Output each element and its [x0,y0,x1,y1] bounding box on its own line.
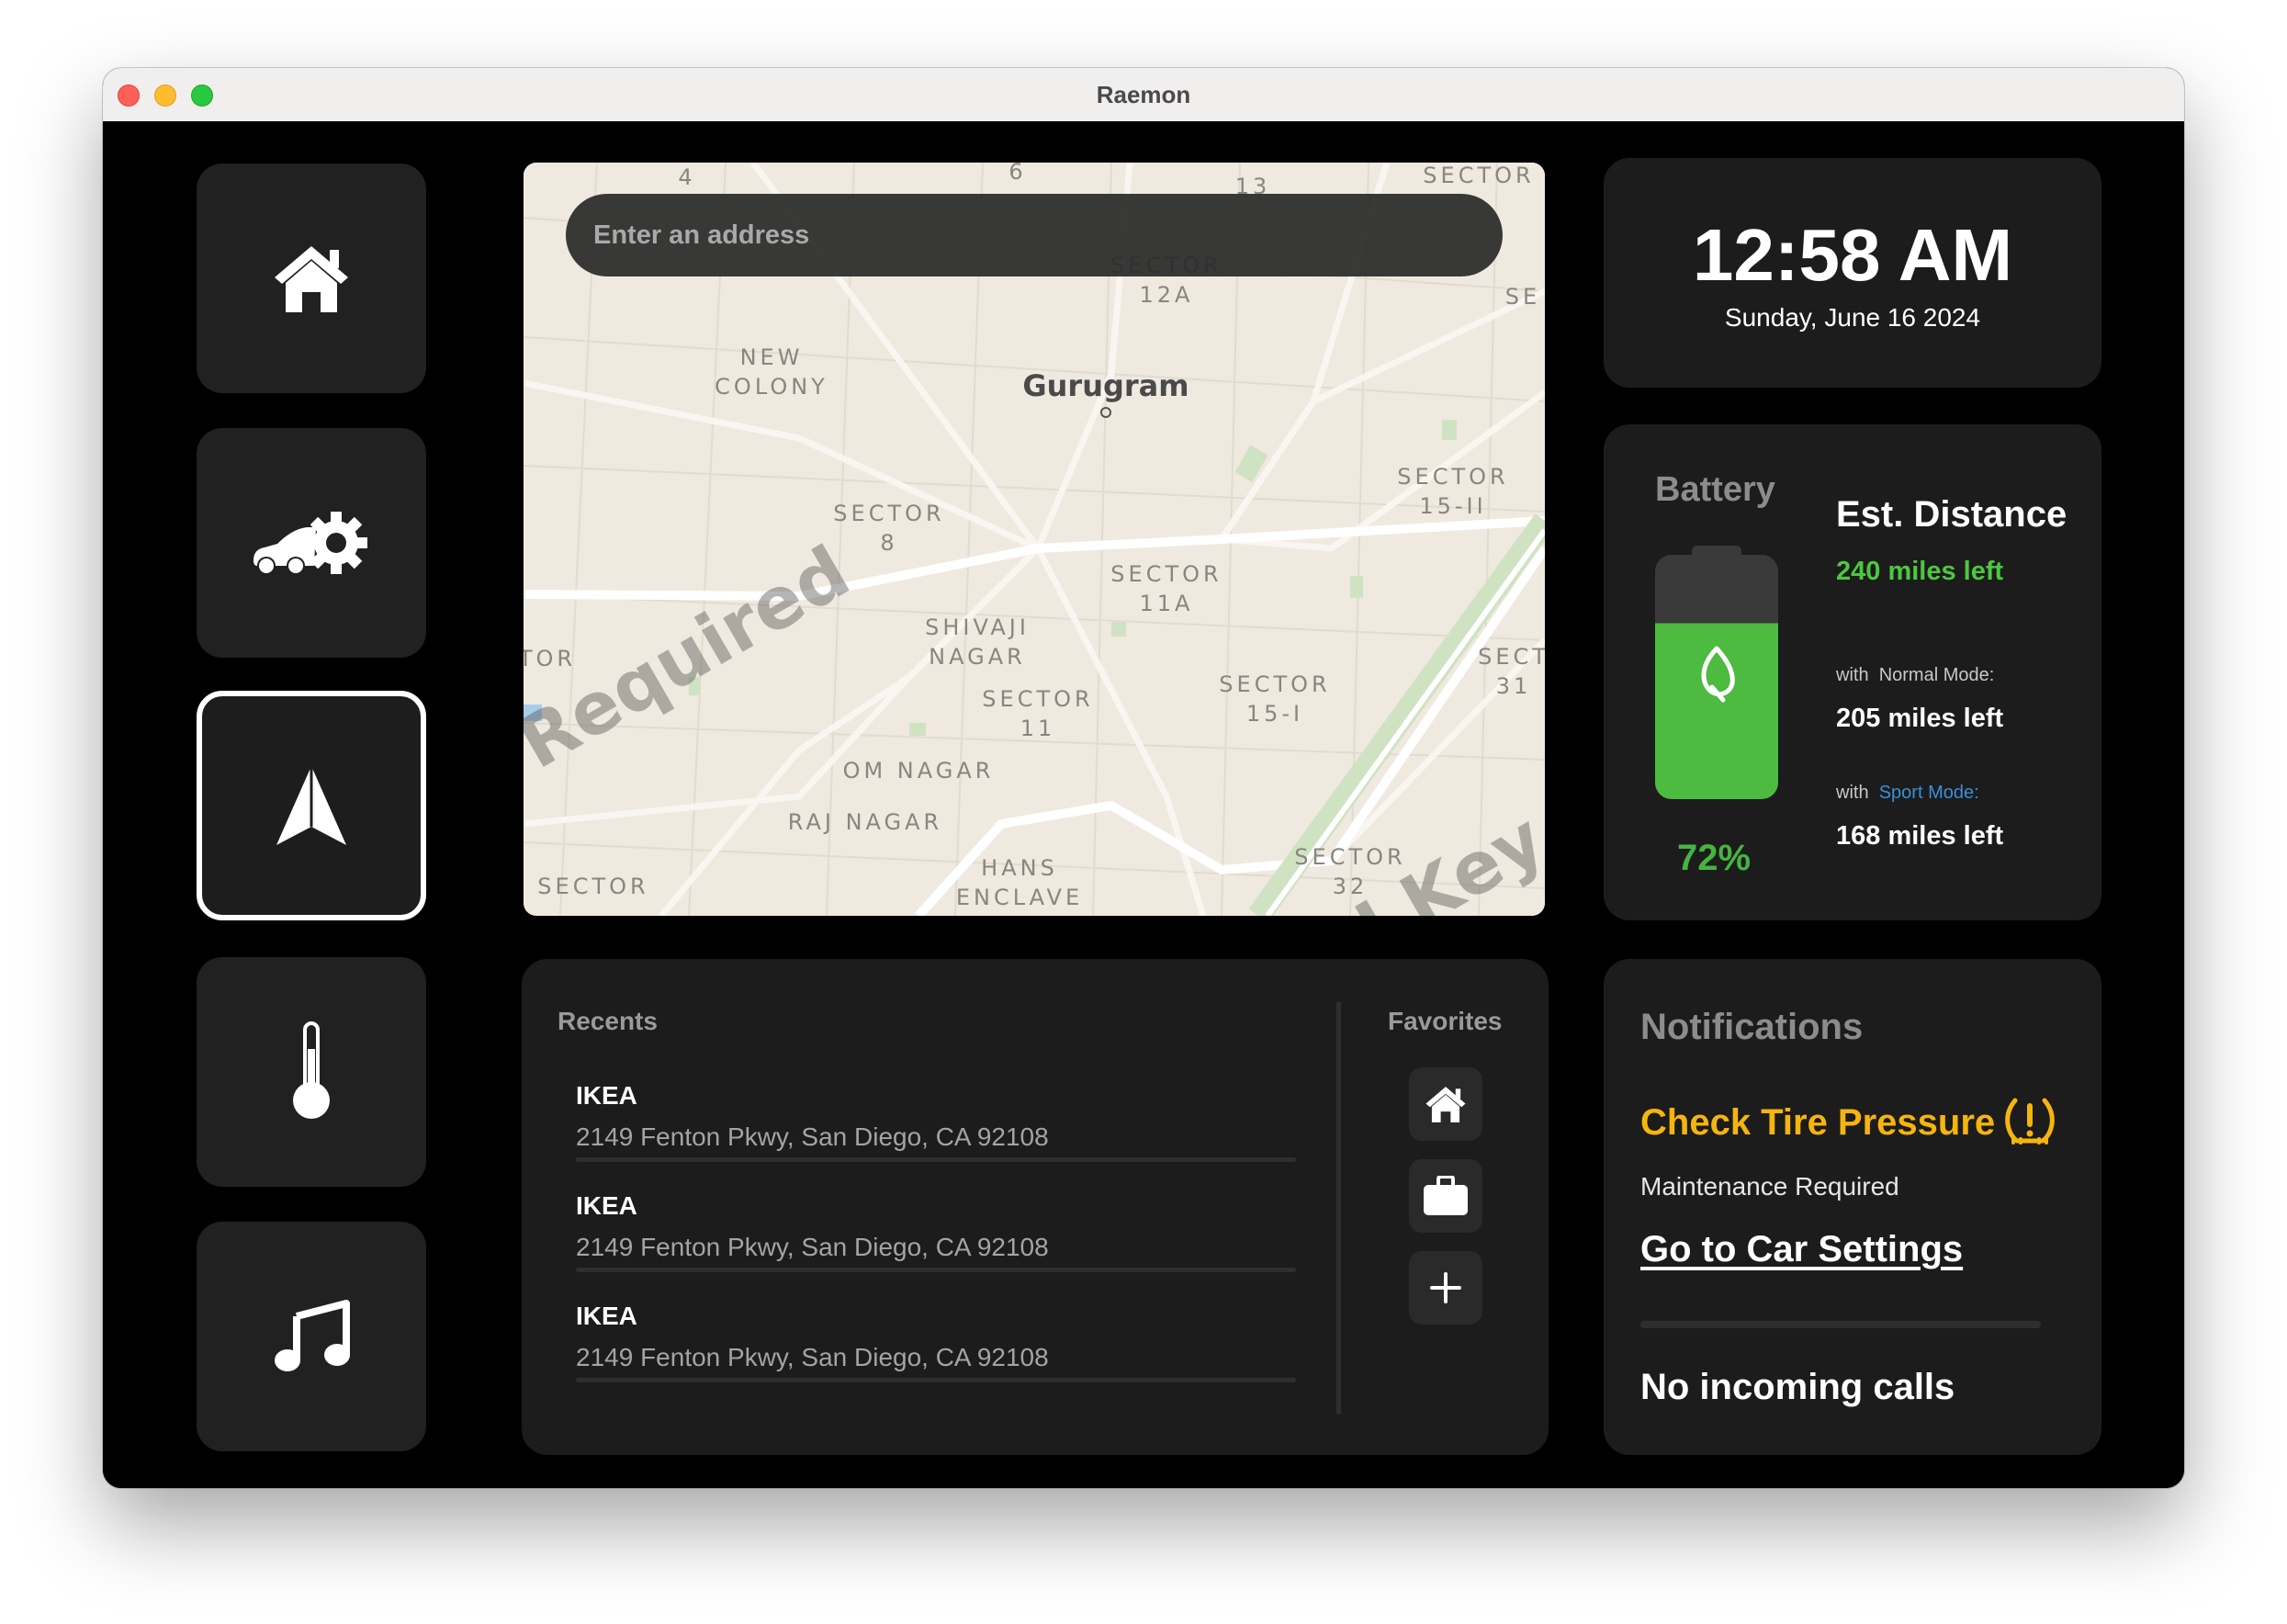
title-bar: Raemon [103,68,2184,122]
thermometer-icon [293,1021,330,1119]
navigation-arrow-icon [276,766,346,845]
recent-name: IKEA [576,1191,637,1220]
map-label: OM NAGAR [842,758,995,784]
go-to-car-settings-link[interactable]: Go to Car Settings [1640,1229,1963,1270]
recent-address: 2149 Fenton Pkwy, San Diego, CA 92108 [576,1122,1049,1151]
battery-label: Battery [1655,470,1775,509]
music-note-icon [275,1300,350,1371]
map-label: SECTOR 11 [982,686,1094,741]
est-distance-value: 240 miles left [1836,557,2004,586]
add-favorite-button[interactable] [1409,1251,1482,1325]
notifications-title: Notifications [1640,1007,1864,1047]
map-label: SHIVAJI NAGAR [925,615,1030,670]
calls-status: No incoming calls [1640,1367,1955,1407]
favorites-title: Favorites [1388,1007,1503,1035]
map-label: SECT 31 [1478,644,1545,699]
favorite-home-button[interactable] [1409,1067,1482,1141]
sidebar-item-car-settings[interactable] [197,428,426,658]
divider [576,1157,1296,1162]
recent-name: IKEA [576,1302,637,1330]
sidebar-item-navigation[interactable] [197,691,426,920]
dashboard: 4 6 13 SECTOR SECTOR 12A SE NEW COLONY S… [103,121,2184,1488]
vertical-divider [1336,1001,1341,1415]
recent-address: 2149 Fenton Pkwy, San Diego, CA 92108 [576,1343,1049,1371]
sport-mode-value: 168 miles left [1836,821,2004,851]
plus-icon [1430,1272,1461,1303]
list-item[interactable]: IKEA 2149 Fenton Pkwy, San Diego, CA 921… [576,1301,1296,1382]
clock-card: 12:58 AM Sunday, June 16 2024 [1604,158,2101,388]
car-gear-icon [253,512,367,574]
battery-percent: 72% [1677,838,1752,878]
map-label: SECTOR [537,874,649,899]
recent-name: IKEA [576,1081,637,1110]
home-icon [275,246,348,312]
map-view[interactable]: 4 6 13 SECTOR SECTOR 12A SE NEW COLONY S… [524,163,1545,916]
map-label: RAJ NAGAR [787,809,943,835]
briefcase-icon [1424,1176,1468,1215]
clock-time: 12:58 AM [1692,214,2013,296]
address-search-input[interactable] [566,194,1503,276]
alert-subtitle: Maintenance Required [1640,1172,1899,1201]
clock-date: Sunday, June 16 2024 [1724,303,1981,332]
favorite-work-button[interactable] [1409,1159,1482,1233]
map-label: SE [1504,284,1541,310]
map-label: TOR [524,646,577,671]
home-icon [1425,1087,1466,1122]
map-label: SECTOR [1423,163,1535,188]
sidebar-item-music[interactable] [197,1222,426,1451]
sidebar-item-climate[interactable] [197,957,426,1187]
recents-card: Recents IKEA 2149 Fenton Pkwy, San Diego… [522,959,1549,1455]
app-window: Raemon 4 6 13 SECTOR 12A SE NEW COLONY S… [103,68,2184,1488]
divider [576,1268,1296,1272]
battery-card: Battery 72% Est. Distance 240 miles left… [1604,424,2101,920]
recent-address: 2149 Fenton Pkwy, San Diego, CA 92108 [576,1233,1049,1261]
tire-pressure-alert: Check Tire Pressure [1640,1102,1996,1143]
normal-mode-value: 205 miles left [1836,704,2004,733]
list-item[interactable]: IKEA 2149 Fenton Pkwy, San Diego, CA 921… [576,1190,1296,1272]
list-item[interactable]: IKEA 2149 Fenton Pkwy, San Diego, CA 921… [576,1080,1296,1162]
map-label: 6 [1008,163,1027,185]
divider [1640,1321,2041,1328]
map-label: SECTOR 8 [833,501,945,556]
map-label: HANS ENCLAVE [955,855,1084,910]
est-distance-title: Est. Distance [1836,494,2067,535]
normal-mode-label: with Normal Mode: [1836,665,1995,685]
map-label: 4 [678,164,696,190]
map-label: SECTOR 15-II [1397,464,1509,519]
sport-mode-label: with Sport Mode: [1836,783,1979,803]
map-city-label: Gurugram [1022,368,1189,403]
divider [576,1378,1296,1382]
window-title: Raemon [1096,81,1191,108]
recents-title: Recents [558,1007,658,1035]
map-label: SECTOR 15-I [1219,671,1331,727]
sidebar-item-home[interactable] [197,164,426,393]
notifications-card: Notifications Check Tire Pressure Mainte… [1604,959,2101,1455]
map-label: SECTOR 11A [1110,561,1222,616]
tire-pressure-warning-icon [2005,1098,2055,1145]
battery-icon [1655,546,1778,799]
map-label: NEW COLONY [715,344,828,400]
